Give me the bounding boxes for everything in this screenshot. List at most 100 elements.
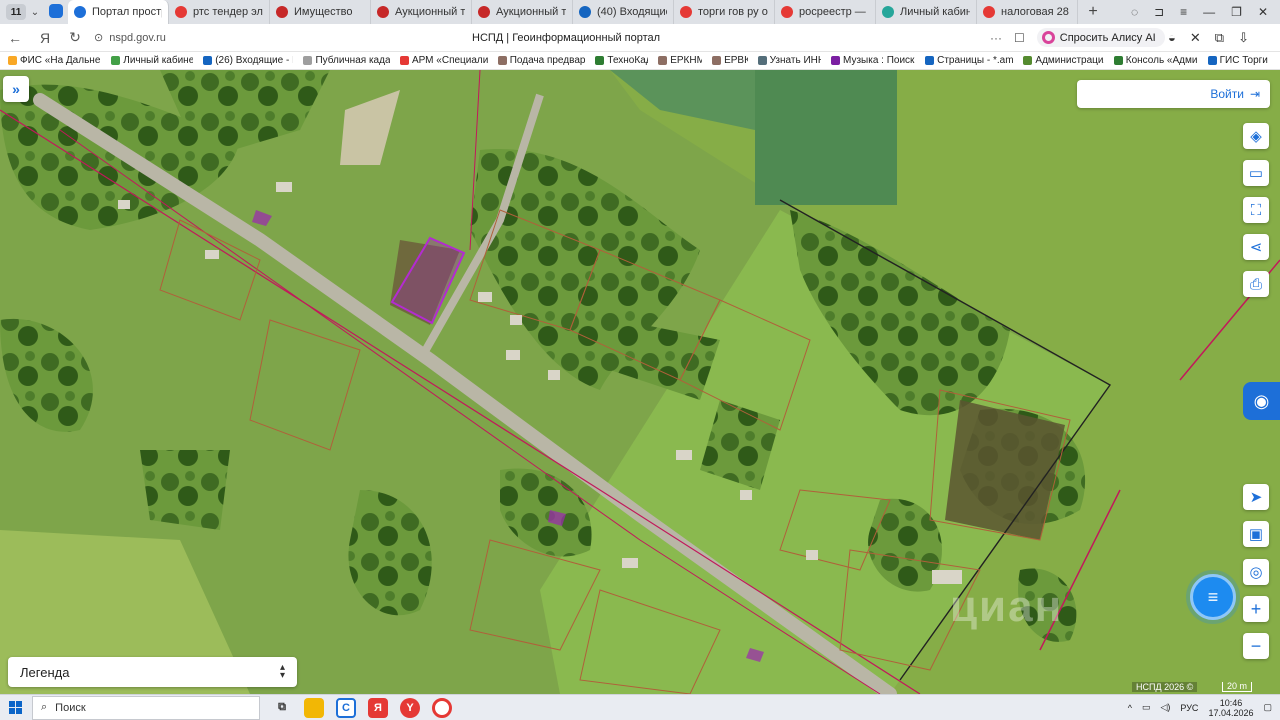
map-viewport[interactable]: » Войти ⇥ ◈ ▭ ⛶ ⋖ ⎙ ◉ ➤ ▣ ◎ + − ≡ циан Л… (0, 70, 1280, 694)
windows-taskbar: ⌕ Поиск ⧉ C Я Y ^ ▭ ◁) РУС 10:46 17.04.2… (0, 694, 1280, 720)
bookmark-favicon-icon (1207, 56, 1217, 65)
login-button[interactable]: Войти ⇥ (1077, 80, 1270, 108)
bookmark-5[interactable]: Подача предвари (497, 55, 586, 66)
minimize-button[interactable]: — (1203, 5, 1215, 19)
extension-tools-icon[interactable]: ✕ (1190, 30, 1201, 46)
browser-c-icon[interactable]: C (336, 697, 356, 718)
tab-0[interactable]: Портал простран (68, 0, 169, 24)
tab-favicon-icon (579, 6, 591, 18)
site-info-icon[interactable]: ⊙ (94, 31, 103, 44)
locate-button[interactable]: ➤ (1243, 484, 1269, 510)
bookmark-favicon-icon (303, 56, 313, 65)
window-controls: ◌ ⊐ ≡ — ❐ ✕ (1131, 5, 1280, 19)
yandex-browser-icon[interactable]: Y (400, 697, 420, 718)
extension-puzzle-icon[interactable]: ⧉ (1215, 30, 1224, 46)
share-button[interactable]: ⋖ (1243, 234, 1269, 260)
profile-icon[interactable]: ◌ (1131, 5, 1138, 19)
volume-icon[interactable]: ◁) (1160, 702, 1170, 713)
tab-4[interactable]: Аукционный торг (472, 0, 573, 24)
yandex-icon[interactable]: Я (368, 697, 388, 718)
select-area-button[interactable]: ⛶ (1243, 197, 1269, 223)
kebab-menu-icon[interactable]: ≡ (1180, 5, 1187, 19)
start-button[interactable] (0, 700, 32, 715)
bookmark-label: Публичная кадас (315, 55, 390, 66)
language-indicator[interactable]: РУС (1180, 703, 1198, 713)
tab-7[interactable]: росреестр — Янд (775, 0, 876, 24)
tab-8[interactable]: Личный кабинет (876, 0, 977, 24)
network-icon[interactable]: ▭ (1142, 702, 1151, 713)
minimap-button[interactable]: ▣ (1243, 521, 1269, 547)
zoom-in-button[interactable]: + (1243, 596, 1269, 622)
tab-favicon-icon (680, 6, 692, 18)
clock[interactable]: 10:46 17.04.2026 (1208, 698, 1253, 718)
notifications-icon[interactable]: ▢ (1263, 702, 1272, 713)
target-button[interactable]: ◎ (1243, 559, 1269, 585)
tab-favicon-icon (478, 6, 490, 18)
tray-chevron-icon[interactable]: ^ (1128, 703, 1132, 713)
bookmark-9[interactable]: Узнать ИНН (757, 55, 821, 66)
url-field[interactable]: ⊙ nspd.gov.ru (94, 31, 314, 45)
bookmark-7[interactable]: ЕРКНМ (658, 55, 702, 66)
taskbar-search[interactable]: ⌕ Поиск (32, 695, 260, 720)
bookmark-8[interactable]: ЕРВК (712, 55, 748, 66)
tab-favicon-icon (74, 6, 86, 18)
bookmark-0[interactable]: ФИС «На Дальнем (8, 55, 101, 66)
layers-button[interactable]: ◈ (1243, 123, 1269, 149)
maximize-button[interactable]: ❐ (1231, 5, 1242, 19)
bookmark-favicon-icon (203, 56, 213, 65)
tab-count-badge[interactable]: 11 (6, 4, 26, 20)
print-icon: ⎙ (1249, 275, 1262, 293)
bookmark-1[interactable]: Личный кабинет (111, 55, 193, 66)
bookmark-label: Музыка : Поиск - (843, 55, 916, 66)
bookmark-14[interactable]: ГИС Торги - (1207, 55, 1270, 66)
bookmark-11[interactable]: Страницы - *.amu (925, 55, 1013, 66)
file-explorer-icon[interactable] (304, 697, 324, 718)
tab-list-chevron-icon[interactable]: ⌄ (26, 7, 44, 18)
support-chat-tab[interactable]: ◉ (1243, 382, 1280, 420)
extension-icons: ◒ ✕ ⧉ ⇩ (1168, 30, 1249, 46)
tab-9[interactable]: налоговая 28 офи (977, 0, 1078, 24)
bookmark-label: ТехноКад (607, 55, 649, 66)
expand-panel-button[interactable]: » (3, 76, 29, 102)
page-title: НСПД | Геоинформационный портал (472, 31, 661, 44)
bookmark-4[interactable]: АРМ «Специалис (399, 55, 488, 66)
tab-6[interactable]: торги гов ру офи (674, 0, 775, 24)
ruler-button[interactable]: ▭ (1243, 160, 1269, 186)
chat-fab-button[interactable]: ≡ (1190, 574, 1236, 620)
search-placeholder: Поиск (55, 701, 86, 714)
legend-dropdown[interactable]: Легенда ▴ ▾ (8, 657, 297, 687)
bookmark-13[interactable]: Консоль «Админ (1113, 55, 1198, 66)
back-button[interactable]: ← (0, 30, 30, 46)
bookmark-6[interactable]: ТехноКад (595, 55, 648, 66)
new-tab-button[interactable]: + (1082, 3, 1104, 21)
chevron-updown-icon: ▴ ▾ (279, 662, 285, 681)
bookmark-menu-icon[interactable]: ⊐ (1154, 5, 1164, 19)
bookmark-label: АРМ «Специалис (411, 55, 488, 66)
bookmark-3[interactable]: Публичная кадас (303, 55, 390, 66)
bookmark-label: Подача предвари (509, 55, 586, 66)
bookmark-2[interactable]: (26) Входящие - П (203, 55, 293, 66)
tab-favicon-icon (882, 6, 894, 18)
tab-1[interactable]: ртс тендер элект (169, 0, 270, 24)
login-icon: ⇥ (1249, 87, 1260, 101)
ask-alice-button[interactable]: Спросить Алису AI (1036, 28, 1165, 47)
zoom-out-button[interactable]: − (1243, 633, 1269, 659)
download-icon[interactable]: ⇩ (1238, 30, 1249, 46)
bookmark-10[interactable]: Музыка : Поиск - (831, 55, 915, 66)
extension-hat-icon[interactable]: ◒ (1168, 30, 1176, 46)
reload-button[interactable]: ↻ (60, 29, 90, 46)
bookmark-page-icon[interactable]: ☐ (1014, 31, 1025, 45)
tab-3[interactable]: Аукционный торг (371, 0, 472, 24)
task-view-icon[interactable]: ⧉ (272, 698, 292, 718)
browser-logo-icon[interactable] (44, 3, 68, 21)
bookmark-12[interactable]: Администрация (1023, 55, 1104, 66)
print-button[interactable]: ⎙ (1243, 271, 1269, 297)
close-button[interactable]: ✕ (1258, 5, 1268, 19)
tab-5[interactable]: (40) Входящие - П (573, 0, 674, 24)
more-icon[interactable]: ··· (990, 31, 1002, 45)
bookmark-favicon-icon (831, 56, 841, 65)
opera-icon[interactable] (432, 697, 452, 718)
yandex-home-icon[interactable]: Я (30, 30, 60, 46)
tab-2[interactable]: Имущество (270, 0, 371, 24)
bookmark-favicon-icon (712, 56, 722, 65)
